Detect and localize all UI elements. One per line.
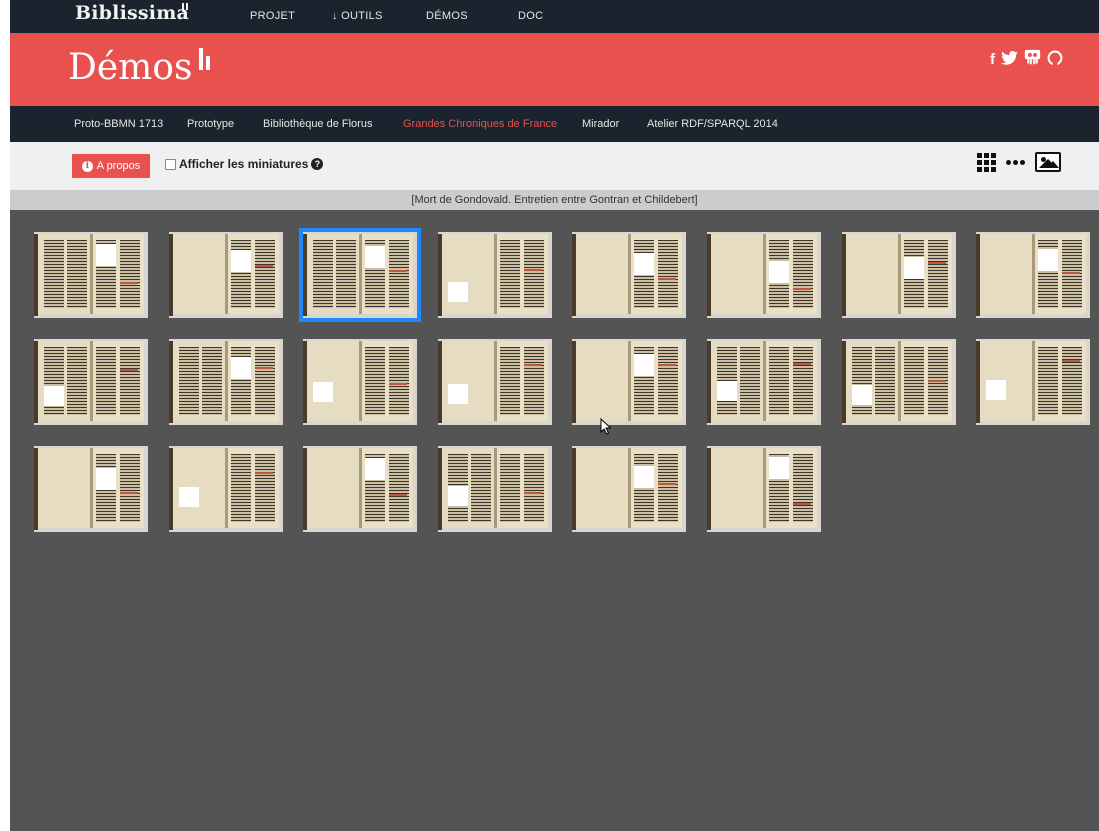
manuscript-image (976, 232, 1090, 318)
grid-view-icon[interactable] (977, 152, 996, 172)
manuscript-image (303, 339, 417, 425)
tab-grandes-chroniques[interactable]: Grandes Chroniques de France (403, 118, 557, 130)
thumbnail-item[interactable] (572, 446, 686, 532)
thumbnail-item[interactable] (707, 446, 821, 532)
manuscript-image (707, 446, 821, 532)
tab-prototype[interactable]: Prototype (187, 118, 234, 130)
nav-doc[interactable]: DOC (518, 10, 543, 22)
thumbnail-item[interactable] (303, 339, 417, 425)
thumbnail-item[interactable] (976, 339, 1090, 425)
github-icon[interactable] (1047, 50, 1063, 70)
image-view-icon[interactable] (1035, 152, 1061, 172)
thumbnail-item[interactable] (842, 232, 956, 318)
manuscript-image (842, 339, 956, 425)
thumbnail-item[interactable] (299, 228, 421, 322)
tab-bibliotheque-florus[interactable]: Bibliothèque de Florus (263, 118, 372, 130)
viewer-toolbar: i A propos Afficher les miniatures ? (10, 142, 1099, 190)
manuscript-image (707, 339, 821, 425)
thumbnail-item[interactable] (169, 232, 283, 318)
thumbnail-item[interactable] (169, 339, 283, 425)
thumbnail-item[interactable] (34, 446, 148, 532)
thumbnail-item[interactable] (707, 339, 821, 425)
manuscript-image (572, 339, 686, 425)
thumbnail-item[interactable] (34, 339, 148, 425)
thumbnail-item[interactable] (438, 446, 552, 532)
manuscript-image (34, 232, 148, 318)
manuscript-image (842, 232, 956, 318)
show-thumbnails-checkbox[interactable] (165, 158, 176, 170)
tab-atelier-rdf[interactable]: Atelier RDF/SPARQL 2014 (647, 118, 778, 130)
slideshare-icon[interactable] (1024, 49, 1041, 70)
manuscript-image (976, 339, 1090, 425)
thumbnail-item[interactable] (438, 232, 552, 318)
thumbnail-item[interactable] (303, 446, 417, 532)
brand-name: Biblissima (75, 2, 190, 24)
brand-logo[interactable]: Biblissima (75, 2, 189, 24)
manuscript-image (438, 339, 552, 425)
list-view-icon[interactable] (1006, 159, 1025, 165)
manuscript-image (707, 232, 821, 318)
manuscript-image (169, 339, 283, 425)
page-title: Démos (68, 47, 193, 88)
manuscript-image (34, 339, 148, 425)
about-button-label: A propos (96, 160, 141, 172)
help-icon[interactable]: ? (311, 158, 324, 170)
manuscript-image (303, 232, 417, 318)
nav-projet[interactable]: PROJET (250, 10, 295, 22)
nav-demos[interactable]: DÉMOS (426, 10, 468, 22)
thumbnail-item[interactable] (976, 232, 1090, 318)
manuscript-image (34, 446, 148, 532)
about-button[interactable]: i A propos (72, 154, 150, 178)
show-thumbnails-toggle[interactable]: Afficher les miniatures ? (165, 157, 324, 171)
social-links: f (990, 49, 1063, 70)
canvas-caption: [Mort de Gondovald. Entretien entre Gont… (10, 190, 1099, 210)
brand-mark-icon (182, 3, 188, 12)
manuscript-image (572, 232, 686, 318)
manuscript-image (572, 446, 686, 532)
tab-mirador[interactable]: Mirador (582, 118, 619, 130)
app-frame: Biblissima PROJET ↓ OUTILS DÉMOS DOC Dém… (0, 0, 1099, 831)
manuscript-image (169, 446, 283, 532)
nav-outils[interactable]: ↓ OUTILS (332, 10, 383, 22)
thumbnail-item[interactable] (572, 339, 686, 425)
info-icon: i (81, 160, 93, 172)
manuscript-image (303, 446, 417, 532)
demos-navigation: Proto-BBMN 1713 Prototype Bibliothèque d… (10, 106, 1099, 142)
manuscript-image (169, 232, 283, 318)
thumbnail-item[interactable] (572, 232, 686, 318)
thumbnail-item[interactable] (169, 446, 283, 532)
thumbnail-item[interactable] (842, 339, 956, 425)
facebook-icon[interactable]: f (990, 51, 995, 68)
twitter-icon[interactable] (1001, 50, 1018, 69)
thumbnail-item[interactable] (438, 339, 552, 425)
viewer-page: Biblissima PROJET ↓ OUTILS DÉMOS DOC Dém… (10, 0, 1099, 831)
show-thumbnails-label: Afficher les miniatures (179, 157, 309, 171)
page-banner: Démos f (10, 33, 1099, 106)
thumbnail-item[interactable] (34, 232, 148, 318)
manuscript-image (438, 232, 552, 318)
banner-mark-icon (199, 48, 210, 70)
manuscript-image (438, 446, 552, 532)
view-mode-switcher (977, 152, 1061, 172)
thumbnail-item[interactable] (707, 232, 821, 318)
tab-proto-bbmn[interactable]: Proto-BBMN 1713 (74, 118, 163, 130)
top-navigation: Biblissima PROJET ↓ OUTILS DÉMOS DOC (10, 0, 1099, 33)
